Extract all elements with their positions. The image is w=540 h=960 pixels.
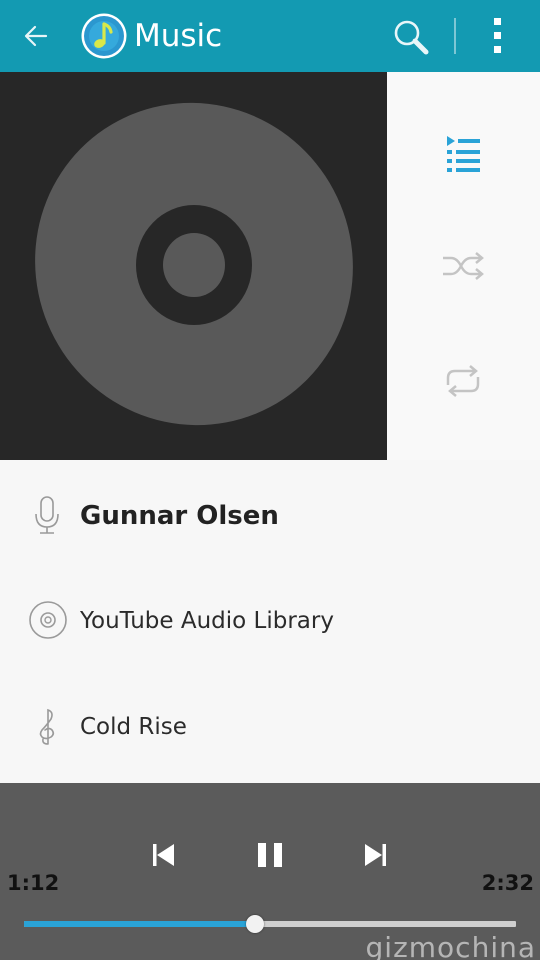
artist-name: Gunnar Olsen	[80, 501, 279, 531]
microphone-icon	[26, 493, 70, 537]
pause-icon	[258, 843, 282, 867]
album-row[interactable]: YouTube Audio Library	[0, 568, 540, 674]
arrow-left-icon	[24, 25, 48, 47]
overflow-menu-button[interactable]	[480, 16, 516, 56]
seek-progress	[24, 921, 256, 927]
elapsed-time: 1:12	[7, 871, 60, 895]
total-duration: 2:32	[481, 871, 534, 895]
skip-previous-icon	[153, 844, 174, 866]
repeat-button[interactable]	[431, 352, 495, 412]
shuffle-icon	[443, 252, 484, 280]
album-disc-icon	[26, 598, 70, 642]
app-bar-divider	[454, 18, 456, 54]
artist-row[interactable]: Gunnar Olsen	[0, 463, 540, 569]
disc-placeholder-icon	[35, 102, 353, 426]
previous-button[interactable]	[143, 835, 183, 875]
playlist-button[interactable]	[431, 122, 495, 182]
music-note-icon	[81, 13, 127, 59]
player-controls: 1:12 2:32 gizmochina	[0, 783, 540, 960]
app-bar: Music	[0, 0, 540, 72]
search-icon	[394, 20, 429, 55]
song-row[interactable]: Cold Rise	[0, 674, 540, 780]
seek-bar[interactable]	[24, 915, 516, 933]
next-button[interactable]	[356, 835, 396, 875]
repeat-icon	[446, 365, 480, 397]
skip-next-icon	[365, 844, 386, 866]
treble-clef-icon	[26, 704, 70, 748]
pause-button[interactable]	[250, 835, 290, 875]
album-art	[0, 72, 387, 460]
album-name: YouTube Audio Library	[80, 608, 334, 634]
back-button[interactable]	[18, 18, 54, 54]
seek-thumb[interactable]	[246, 915, 265, 933]
song-title: Cold Rise	[80, 714, 187, 740]
app-logo	[80, 12, 128, 60]
more-vert-icon	[494, 18, 501, 53]
app-title: Music	[134, 18, 223, 54]
search-button[interactable]	[390, 16, 432, 58]
playlist-icon	[447, 136, 480, 172]
side-controls	[387, 72, 540, 460]
watermark: gizmochina	[365, 931, 536, 960]
shuffle-button[interactable]	[431, 238, 495, 298]
